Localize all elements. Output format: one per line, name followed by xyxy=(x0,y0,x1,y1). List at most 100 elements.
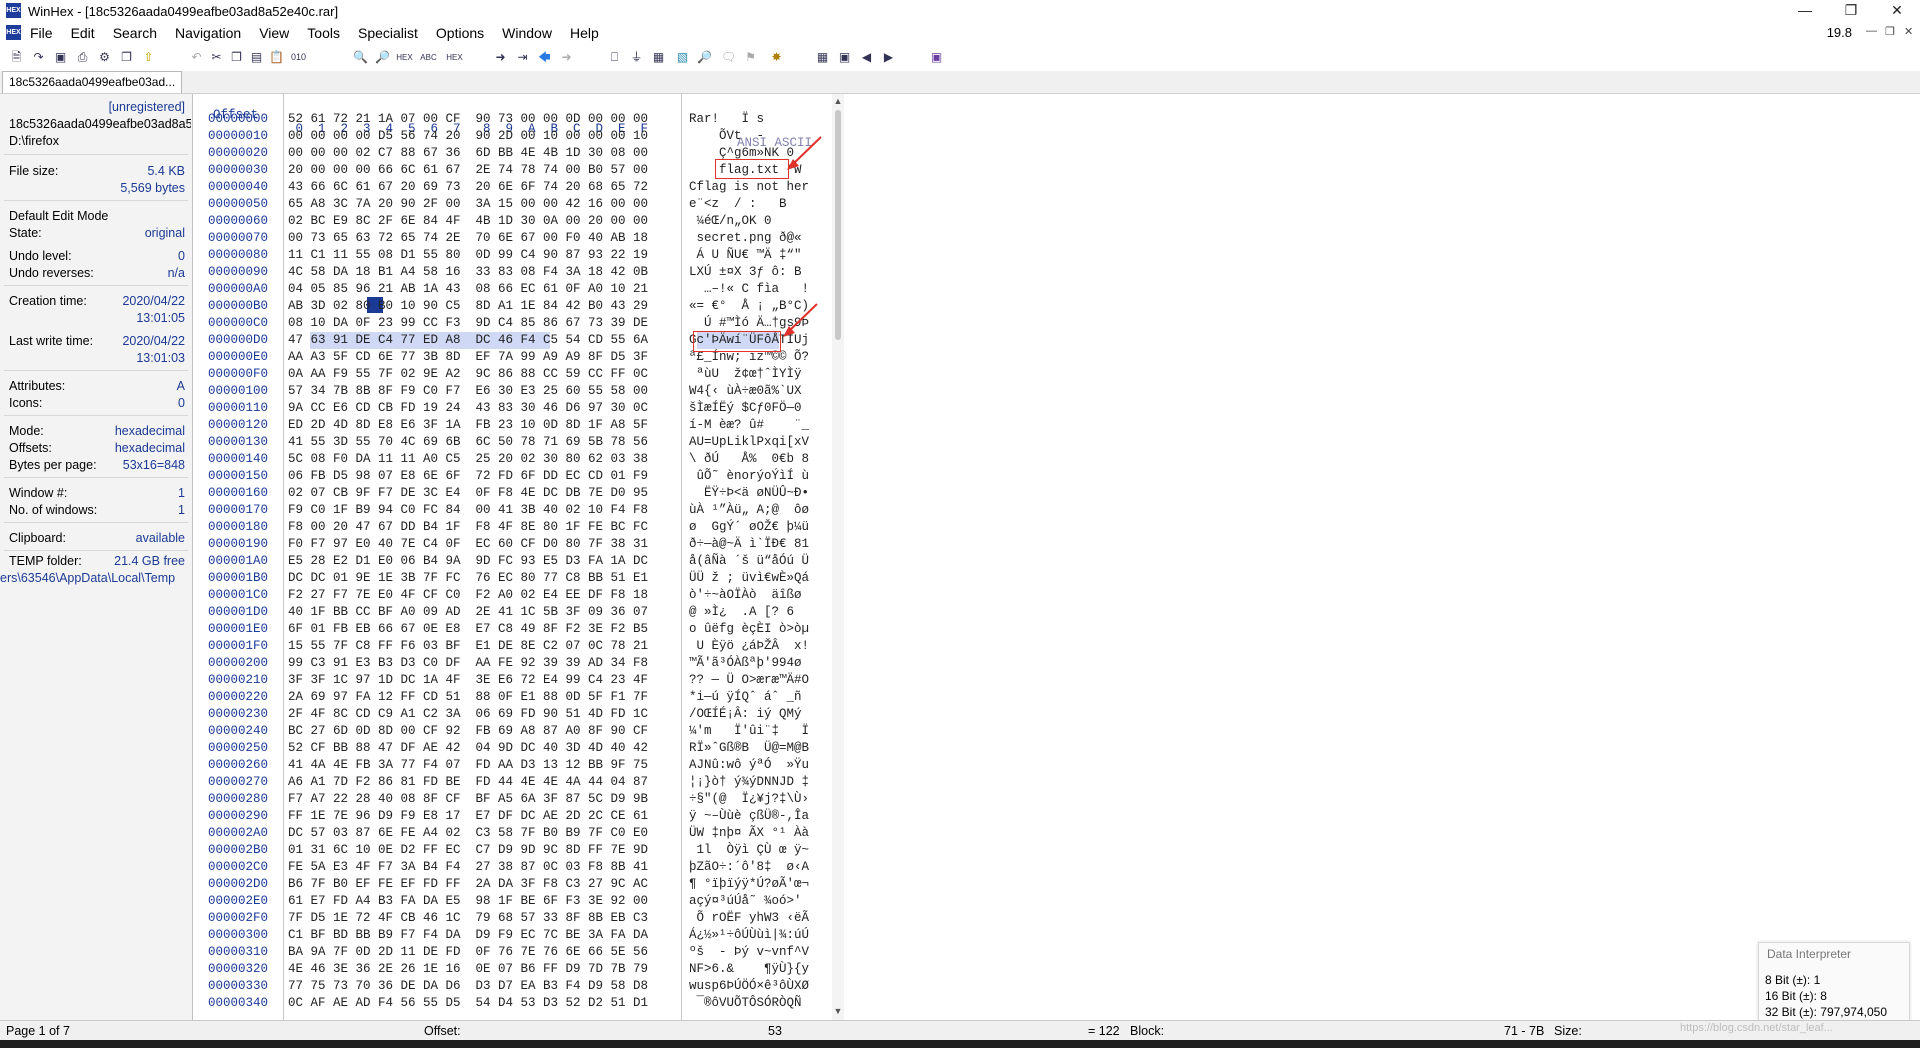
row-hex-bytes[interactable]: 52 61 72 21 1A 07 00 CF 90 73 00 00 0D 0… xyxy=(288,111,648,128)
search-drive-icon[interactable]: 🔎 xyxy=(696,49,713,66)
vertical-scrollbar[interactable]: ▲ ▼ xyxy=(832,94,844,1020)
goto-offset-icon[interactable]: ➜ xyxy=(492,49,509,66)
row-hex-bytes[interactable]: 9A CC E6 CD CB FD 19 24 43 83 30 46 D6 9… xyxy=(288,400,648,417)
row-hex-bytes[interactable]: 52 CF BB 88 47 DF AE 42 04 9D DC 40 3D 4… xyxy=(288,740,648,757)
row-hex-bytes[interactable]: AB 3D 02 80 B0 10 90 C5 8D A1 1E 84 42 B… xyxy=(288,298,648,315)
row-hex-bytes[interactable]: 08 10 DA 0F 23 99 CC F3 9D C4 85 86 67 7… xyxy=(288,315,648,332)
row-hex-bytes[interactable]: 40 1F BB CC BF A0 09 AD 2E 41 1C 5B 3F 0… xyxy=(288,604,648,621)
row-hex-bytes[interactable]: 57 34 7B 8B 8F F9 C0 F7 E6 30 E3 25 60 5… xyxy=(288,383,648,400)
row-hex-bytes[interactable]: F2 27 F7 7E E0 4F CF C0 F2 A0 02 E4 EE D… xyxy=(288,587,648,604)
row-ansi-text[interactable]: @ »Ì¿ ­.A [? 6 xyxy=(689,604,802,621)
row-ansi-text[interactable]: ªùU ž¢œ†ˆÌYÌÿ xyxy=(689,366,809,383)
row-ansi-text[interactable]: Cflag is not her xyxy=(689,179,809,196)
new-file-icon[interactable]: 🗎 xyxy=(8,49,25,66)
row-ansi-text[interactable]: U Èÿö ¿áÞŽÂ x! xyxy=(689,638,810,655)
scroll-down-icon[interactable]: ▼ xyxy=(833,1006,843,1016)
row-ansi-text[interactable]: …–!« C fìa ! xyxy=(689,281,809,298)
menu-search[interactable]: Search xyxy=(113,25,157,41)
row-hex-bytes[interactable]: 11 C1 11 55 08 D1 55 80 0D 99 C4 90 87 9… xyxy=(288,247,648,264)
copy-file-icon[interactable]: ❐ xyxy=(118,49,135,66)
replace-hex-icon[interactable]: ABC xyxy=(420,49,437,66)
minimize-icon[interactable]: — xyxy=(1782,0,1828,22)
row-hex-bytes[interactable]: 41 4A 4E FB 3A 77 F4 07 FD AA D3 13 12 B… xyxy=(288,757,648,774)
calculator-icon[interactable]: ▧ xyxy=(674,49,691,66)
row-ansi-text[interactable]: ûÕ˜ ènorýoÝìÍ ù xyxy=(689,468,810,485)
help-book-icon[interactable]: ▣ xyxy=(928,49,945,66)
row-ansi-text[interactable]: LXÚ ±¤X 3ƒ ô: B xyxy=(689,264,809,281)
disk-icon[interactable]: ⎕ xyxy=(606,49,623,66)
row-ansi-text[interactable]: *i—ú ÿÍQˆ áˆ _ñ xyxy=(689,689,809,706)
row-hex-bytes[interactable]: 7F D5 1E 72 4F CB 46 1C 79 68 57 33 8F 8… xyxy=(288,910,648,927)
row-ansi-text[interactable]: ºš - Þý v~vnf^V xyxy=(689,944,809,961)
close-icon[interactable]: ✕ xyxy=(1874,0,1920,22)
tab-file[interactable]: 18c5326aada0499eafbe03ad... xyxy=(2,71,183,93)
properties-icon[interactable]: ⚙ xyxy=(96,49,113,66)
row-hex-bytes[interactable]: 4E 46 3E 36 2E 26 1E 16 0E 07 B6 FF D9 7… xyxy=(288,961,648,978)
row-hex-bytes[interactable]: 02 07 CB 9F F7 DE 3C E4 0F F8 4E DC DB 7… xyxy=(288,485,648,502)
row-ansi-text[interactable]: ò'÷~àOÏÀò äîßø xyxy=(689,587,809,604)
row-ansi-text[interactable]: ð÷—à@~Ä ì`ÏÐ€ 81 xyxy=(689,536,809,553)
row-ansi-text[interactable]: o ûëfg èçÈI ò>òµ xyxy=(689,621,809,638)
row-hex-bytes[interactable]: 00 73 65 63 72 65 74 2E 70 6E 67 00 F0 4… xyxy=(288,230,648,247)
open-disk-icon[interactable]: ⏚ xyxy=(628,49,645,66)
row-ansi-text[interactable]: ÷§"(@ Ï¿¥j?‡\Ù› xyxy=(689,791,809,808)
row-hex-bytes[interactable]: 6F 01 FB EB 66 67 0E E8 E7 C8 49 8F F2 3… xyxy=(288,621,648,638)
row-hex-bytes[interactable]: DC DC 01 9E 1E 3B 7F FC 76 EC 80 77 C8 B… xyxy=(288,570,648,587)
row-ansi-text[interactable]: ¯®­ôVUÕTÔSÓRÒQÑ xyxy=(689,995,802,1012)
undo-icon[interactable]: ↶ xyxy=(188,49,205,66)
row-hex-bytes[interactable]: B6 7F B0 EF FE EF FD FF 2A DA 3F F8 C3 2… xyxy=(288,876,648,893)
menu-help[interactable]: Help xyxy=(570,25,599,41)
menu-window[interactable]: Window xyxy=(502,25,552,41)
forward-arrow-icon[interactable]: ➜ xyxy=(558,49,575,66)
analyze-icon[interactable]: ▣ xyxy=(836,49,853,66)
row-ansi-text[interactable]: ÜW ‡nþ¤ ÃX °¹ Àà xyxy=(689,825,809,842)
row-ansi-text[interactable]: í-M èæ? û# ¨_ xyxy=(689,417,809,434)
row-ansi-text[interactable]: \ ðÚ Å% 0€b 8 xyxy=(689,451,809,468)
row-ansi-text[interactable]: RÏ»ˆGß®B Ü@=M@B xyxy=(689,740,809,757)
row-hex-bytes[interactable]: 15 55 7F C8 FF F6 03 BF E1 DE 8E C2 07 0… xyxy=(288,638,648,655)
find-hex-icon[interactable]: 🔎 xyxy=(374,49,391,66)
clone-icon[interactable]: ▦ xyxy=(814,49,831,66)
find-text-icon[interactable]: 🔍 xyxy=(352,49,369,66)
upload-icon[interactable]: ⇧ xyxy=(140,49,157,66)
row-ansi-text[interactable]: ¦¡}ò† ý¾ýDNNJD ‡ xyxy=(689,774,809,791)
row-ansi-text[interactable]: ùÀ ¹”Àü„ A;@ ôø xyxy=(689,502,809,519)
row-hex-bytes[interactable]: 20 00 00 00 66 6C 61 67 2E 74 78 74 00 B… xyxy=(288,162,648,179)
row-ansi-text[interactable]: ø GgÝ´ øOŽ€ þ¼ü xyxy=(689,519,809,536)
row-ansi-text[interactable]: ?? — Ü O>æræ™Ä#O xyxy=(689,672,809,689)
mark-left-icon[interactable]: ◀ xyxy=(858,49,875,66)
row-ansi-text[interactable]: secret.png ð@« xyxy=(689,230,809,247)
row-hex-bytes[interactable]: E5 28 E2 D1 E0 06 B4 9A 9D FC 93 E5 D3 F… xyxy=(288,553,648,570)
row-hex-bytes[interactable]: A6 A1 7D F2 86 81 FD BE FD 44 4E 4E 4A 4… xyxy=(288,774,648,791)
row-hex-bytes[interactable]: 00 00 00 00 D5 56 74 20 90 2D 00 10 00 0… xyxy=(288,128,648,145)
row-ansi-text[interactable]: W4{‹ ùÀ÷æ0ã%`UX xyxy=(689,383,809,400)
mark-right-icon[interactable]: ▶ xyxy=(880,49,897,66)
hex-replace-icon[interactable]: HEX xyxy=(446,49,463,66)
row-hex-bytes[interactable]: 5C 08 F0 DA 11 11 A0 C5 25 20 02 30 80 6… xyxy=(288,451,648,468)
row-ansi-text[interactable]: å(âÑà ´š ü“åÓú Ü xyxy=(689,553,809,570)
tools-icon[interactable]: ✸ xyxy=(768,49,785,66)
replace-text-icon[interactable]: HEX xyxy=(396,49,413,66)
row-ansi-text[interactable]: šÌæÍËý $Cƒ0FÖ—0 xyxy=(689,400,809,417)
row-ansi-text[interactable]: AU=UpLiklPxqi[xV xyxy=(689,434,809,451)
row-hex-bytes[interactable]: 77 75 73 70 36 DE DA D6 D3 D7 EA B3 F4 D… xyxy=(288,978,648,995)
copy-icon[interactable]: ❐ xyxy=(228,49,245,66)
row-ansi-text[interactable]: NF>6.& ¶ÿÙ}{y xyxy=(689,961,809,978)
fill-block-icon[interactable]: 010 xyxy=(290,49,307,66)
row-ansi-text[interactable]: AJNû:wô ýªÓ »Ÿu xyxy=(689,757,809,774)
row-hex-bytes[interactable]: DC 57 03 87 6E FE A4 02 C3 58 7F B0 B9 7… xyxy=(288,825,648,842)
row-hex-bytes[interactable]: F7 A7 22 28 40 08 8F CF BF A5 6A 3F 87 5… xyxy=(288,791,648,808)
ram-icon[interactable]: ▦ xyxy=(650,49,667,66)
restore-icon[interactable]: ❐ xyxy=(1828,0,1874,22)
row-hex-bytes[interactable]: 2F 4F 8C CD C9 A1 C2 3A 06 69 FD 90 51 4… xyxy=(288,706,648,723)
row-hex-bytes[interactable]: BA 9A 7F 0D 2D 11 DE FD 0F 76 7E 76 6E 6… xyxy=(288,944,648,961)
row-ansi-text[interactable]: þZãO÷:´ô'8‡ ø‹A xyxy=(689,859,809,876)
row-ansi-text[interactable]: ÜÜ ž ; üvì€wÈ»Qá xyxy=(689,570,809,587)
doc-minimize-icon[interactable]: — xyxy=(1866,25,1877,37)
row-hex-bytes[interactable]: 01 31 6C 10 0E D2 FF EC C7 D9 9D 9C 8D F… xyxy=(288,842,648,859)
menu-file[interactable]: File xyxy=(30,25,53,41)
menu-edit[interactable]: Edit xyxy=(71,25,95,41)
row-hex-bytes[interactable]: 0C AF AE AD F4 56 55 D5 54 D4 53 D3 52 D… xyxy=(288,995,648,1012)
row-ansi-text[interactable]: Rar! Ï s xyxy=(689,111,802,128)
row-hex-bytes[interactable]: 06 FB D5 98 07 E8 6E 6F 72 FD 6F DD EC C… xyxy=(288,468,648,485)
